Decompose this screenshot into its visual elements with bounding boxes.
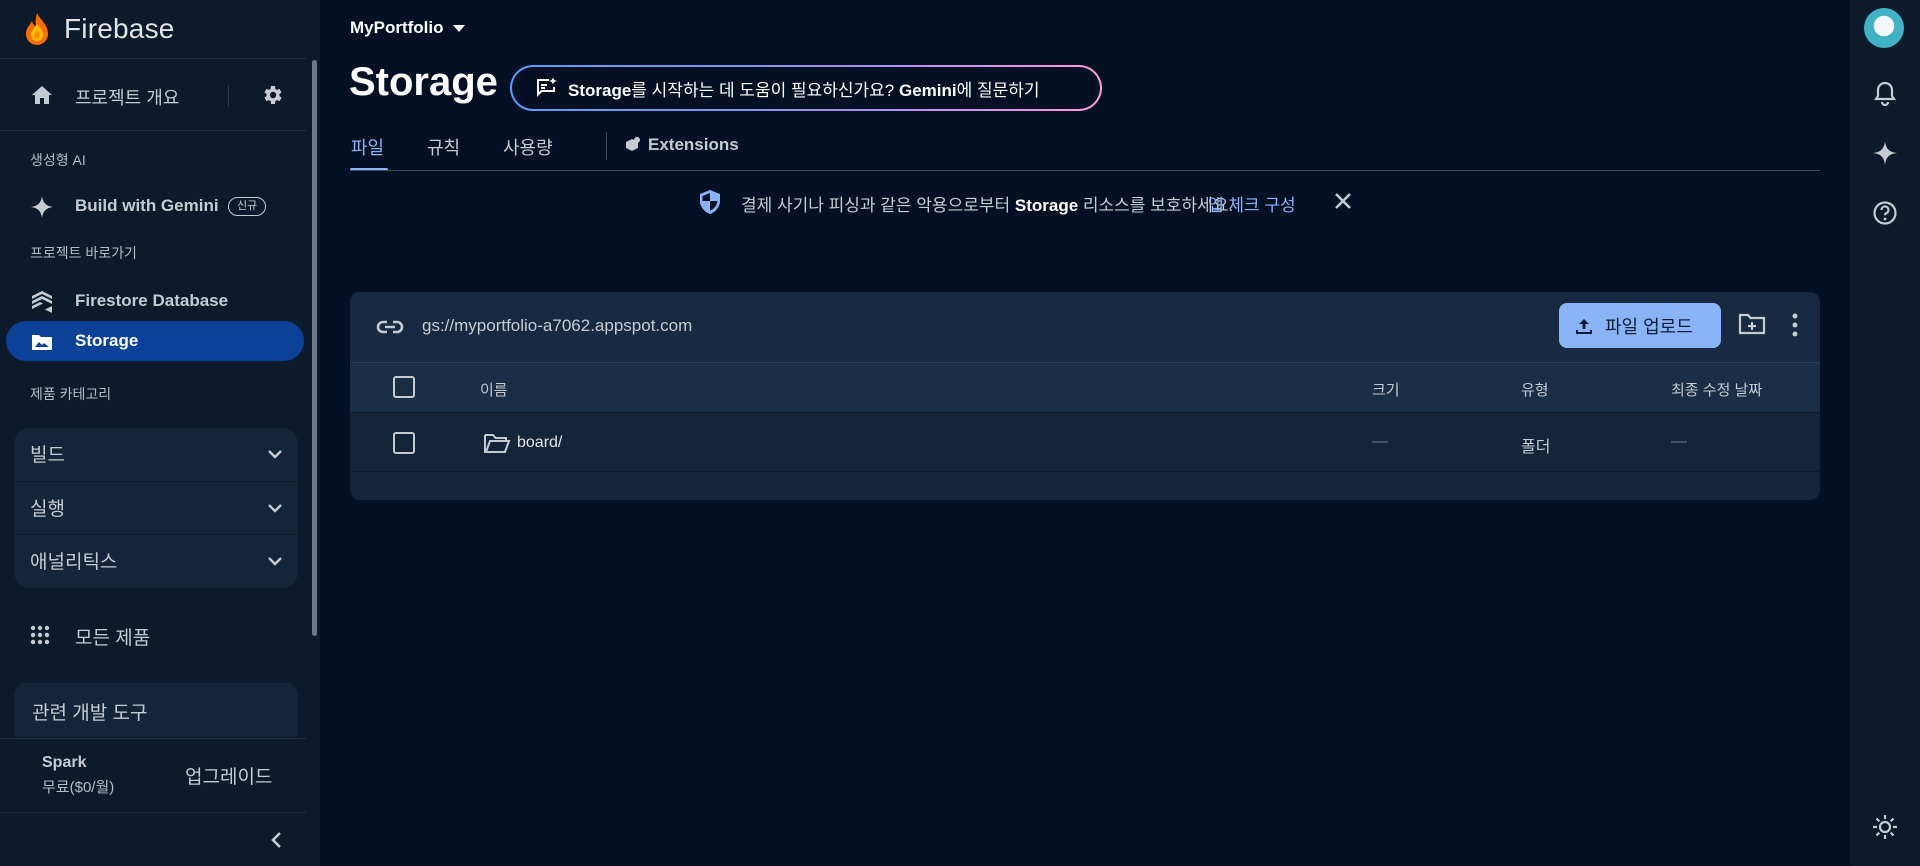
chevron-down-icon [266, 552, 284, 570]
product-categories: 빌드 실행 애널리틱스 [14, 428, 298, 588]
category-build[interactable]: 빌드 [14, 428, 298, 481]
link-icon[interactable] [376, 315, 404, 339]
tab-extensions[interactable]: Extensions [624, 135, 739, 155]
firestore-icon [30, 290, 54, 314]
create-folder-icon[interactable] [1738, 312, 1766, 336]
storage-tabs: 파일 규칙 사용량 Extensions [350, 130, 1820, 172]
all-products-link[interactable]: 모든 제품 [0, 614, 306, 654]
divider [0, 58, 306, 59]
plan-row: Spark 무료($0/월) 업그레이드 [0, 740, 306, 812]
avatar[interactable] [1864, 8, 1904, 48]
project-name: MyPortfolio [350, 18, 444, 37]
project-overview-row: 프로젝트 개요 [0, 68, 306, 122]
table-header: 이름 크기 유형 최종 수정 날짜 [350, 362, 1820, 412]
tab-extensions-label: Extensions [648, 135, 739, 154]
row-checkbox[interactable] [393, 432, 415, 454]
sidebar-item-label: Storage [75, 331, 139, 350]
divider [228, 85, 229, 107]
files-toolbar: gs://myportfolio-a7062.appspot.com 파일 업로… [350, 292, 1820, 362]
firebase-brand[interactable]: Firebase [24, 10, 175, 48]
project-overview-link[interactable]: 프로젝트 개요 [75, 84, 179, 110]
sparkle-icon [30, 195, 54, 219]
configure-app-check-link[interactable]: 앱 체크 구성 [1208, 191, 1296, 216]
section-label-shortcuts: 프로젝트 바로가기 [30, 245, 137, 261]
upload-file-button[interactable]: 파일 업로드 [1559, 303, 1721, 348]
sidebar-item-storage[interactable]: Storage [6, 321, 304, 361]
extensions-icon [624, 136, 642, 154]
right-rail [1850, 0, 1920, 866]
files-browser: gs://myportfolio-a7062.appspot.com 파일 업로… [350, 292, 1820, 500]
dev-tools-label: 관련 개발 도구 [32, 703, 148, 724]
column-header-type[interactable]: 유형 [1521, 379, 1549, 400]
brand-name: Firebase [64, 13, 175, 44]
cell-modified: — [1671, 433, 1687, 450]
upgrade-button[interactable]: 업그레이드 [185, 762, 272, 789]
category-label: 빌드 [30, 445, 65, 466]
all-products-label: 모든 제품 [75, 628, 151, 649]
sidebar-item-firestore[interactable]: Firestore Database [6, 281, 304, 321]
gemini-sparkle-icon[interactable] [1872, 140, 1898, 166]
gear-icon[interactable] [260, 83, 284, 107]
ask-gemini-label: Storage를 시작하는 데 도움이 필요하신가요? Gemini에 질문하기 [568, 80, 1040, 100]
sidebar: Firebase 프로젝트 개요 생성형 AI Build with Gemin… [0, 0, 320, 866]
caret-down-icon [452, 23, 466, 33]
chevron-down-icon [266, 499, 284, 517]
cell-size: — [1372, 433, 1388, 450]
cell-type: 폴더 [1521, 439, 1551, 456]
sidebar-item-label: Build with Gemini [75, 196, 219, 215]
upload-icon [1575, 317, 1593, 335]
column-header-size[interactable]: 크기 [1372, 379, 1400, 400]
new-badge: 신규 [228, 197, 267, 216]
category-label: 실행 [30, 499, 65, 520]
chat-spark-icon [534, 76, 558, 100]
banner-message: 결제 사기나 피싱과 같은 악용으로부터 Storage 리소스를 보호하세요. [741, 196, 1234, 215]
bucket-url[interactable]: gs://myportfolio-a7062.appspot.com [422, 316, 692, 336]
category-analytics[interactable]: 애널리틱스 [14, 535, 298, 588]
tab-files[interactable]: 파일 [351, 134, 384, 160]
sidebar-scrollbar-thumb[interactable] [312, 60, 317, 636]
related-dev-tools[interactable]: 관련 개발 도구 [14, 683, 298, 737]
section-label-genai: 생성형 AI [30, 152, 86, 168]
tabs-divider [350, 170, 1820, 171]
apps-grid-icon [30, 625, 50, 645]
ask-gemini-button[interactable]: Storage를 시작하는 데 도움이 필요하신가요? Gemini에 질문하기 [510, 65, 1102, 111]
bell-icon[interactable] [1872, 80, 1898, 106]
sidebar-item-label: Firestore Database [75, 291, 229, 310]
folder-name: board/ [517, 434, 563, 451]
tab-usage[interactable]: 사용량 [503, 134, 553, 160]
collapse-sidebar-icon[interactable] [266, 829, 288, 851]
firebase-logo-icon [24, 12, 50, 46]
column-header-modified[interactable]: 최종 수정 날짜 [1671, 379, 1762, 400]
shield-icon [698, 189, 722, 215]
page-title: Storage [349, 60, 498, 104]
more-vert-icon[interactable] [1790, 312, 1800, 338]
upload-file-label: 파일 업로드 [1605, 316, 1693, 337]
tab-rules[interactable]: 규칙 [427, 134, 460, 160]
divider [0, 130, 306, 131]
close-icon[interactable] [1331, 189, 1355, 213]
plan-price: 무료($0/월) [42, 779, 115, 796]
storage-icon [30, 330, 54, 354]
category-run[interactable]: 실행 [14, 482, 298, 535]
category-label: 애널리틱스 [30, 552, 118, 573]
section-label-categories: 제품 카테고리 [30, 386, 112, 402]
folder-open-icon [483, 432, 511, 454]
folder-link[interactable]: board/ [483, 432, 562, 454]
help-icon[interactable] [1872, 200, 1898, 226]
select-all-checkbox[interactable] [393, 376, 415, 398]
divider [0, 812, 306, 813]
table-row[interactable]: board/ — 폴더 — [350, 412, 1820, 472]
main-content: MyPortfolio Storage Storage를 시작하는 데 도움이 … [320, 0, 1850, 866]
divider [0, 738, 306, 739]
chevron-down-icon [266, 445, 284, 463]
divider [606, 132, 607, 160]
theme-sun-icon[interactable] [1872, 814, 1898, 840]
sidebar-item-build-with-gemini[interactable]: Build with Gemini 신규 [6, 186, 304, 226]
column-header-name[interactable]: 이름 [480, 379, 508, 400]
home-icon[interactable] [30, 83, 54, 107]
plan-name: Spark [42, 754, 87, 771]
project-switcher[interactable]: MyPortfolio [350, 18, 466, 38]
